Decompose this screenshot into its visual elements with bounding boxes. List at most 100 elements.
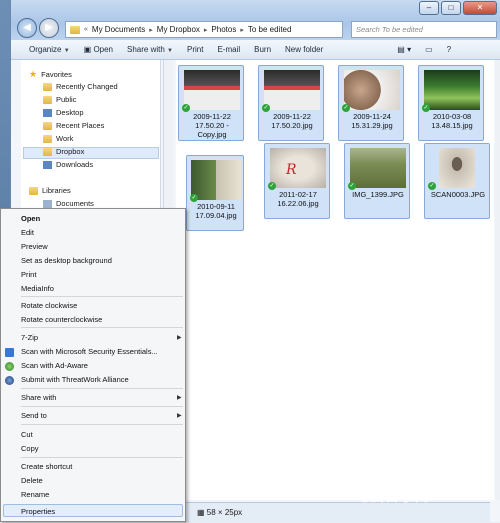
- file-item[interactable]: ✓ 2009-11-24 15.31.29.jpg: [338, 65, 404, 141]
- menu-separator: [21, 406, 183, 407]
- favorites-header[interactable]: ★ Favorites: [29, 69, 72, 80]
- file-name: 2009-11-24 15.31.29.jpg: [339, 112, 405, 130]
- organize-label: Organize: [29, 45, 62, 54]
- organize-button[interactable]: Organize ▼: [29, 45, 70, 54]
- help-icon[interactable]: ?: [447, 45, 451, 54]
- menu-item-preview[interactable]: Preview: [21, 242, 48, 251]
- menu-item-edit[interactable]: Edit: [21, 228, 34, 237]
- nav-item-label: Documents: [56, 199, 94, 208]
- file-item[interactable]: R ✓ 2011-02-17 16.22.06.jpg: [264, 143, 330, 219]
- search-input[interactable]: Search To be edited: [351, 21, 497, 38]
- nav-item-dropbox[interactable]: Dropbox: [43, 147, 84, 156]
- minimize-button[interactable]: –: [419, 1, 439, 15]
- file-list: ✓ 2009-11-22 17.50.20 - Copy.jpg ✓ 2009-11…: [176, 60, 494, 500]
- breadcrumb-item[interactable]: To be edited: [248, 25, 292, 34]
- nav-item-public[interactable]: Public: [43, 95, 76, 104]
- share-label: Share with: [127, 45, 165, 54]
- file-name: 2011-02-17 16.22.06.jpg: [265, 190, 331, 208]
- address-bar[interactable]: « My Documents ▸ My Dropbox ▸ Photos ▸ T…: [65, 21, 343, 38]
- file-item[interactable]: ✓ IMG_1399.JPG: [344, 143, 410, 219]
- nav-scrollbar[interactable]: [163, 60, 173, 212]
- logo-r-icon: R: [286, 162, 297, 178]
- image-thumbnail: [264, 70, 320, 110]
- share-with-button[interactable]: Share with ▼: [127, 45, 173, 54]
- menu-item-print[interactable]: Print: [21, 270, 36, 279]
- menu-item-delete[interactable]: Delete: [21, 476, 43, 485]
- file-name-line: 13.48.15.jpg: [431, 121, 473, 130]
- file-name-line: 17.09.04.jpg: [195, 211, 237, 220]
- check-icon: ✓: [268, 182, 276, 190]
- file-item[interactable]: ✓ 2010-03-08 13.48.15.jpg: [418, 65, 484, 141]
- dimensions-value: 58 × 25px: [206, 508, 243, 517]
- breadcrumb-item[interactable]: My Dropbox: [157, 25, 200, 34]
- image-thumbnail: R: [270, 148, 326, 188]
- menu-item-create-shortcut[interactable]: Create shortcut: [21, 462, 72, 471]
- file-name: 2010-09-11 17.09.04.jpg: [187, 202, 245, 220]
- nav-item-label: Public: [56, 95, 77, 104]
- content-scrollbar[interactable]: [495, 60, 500, 500]
- menu-item-scan-mse[interactable]: Scan with Microsoft Security Essentials.…: [21, 347, 158, 356]
- menu-item-share-with[interactable]: Share with: [21, 393, 56, 402]
- check-icon: ✓: [342, 104, 350, 112]
- nav-item-documents[interactable]: Documents: [43, 199, 94, 208]
- menu-item-open[interactable]: Open: [21, 214, 40, 223]
- nav-item-downloads[interactable]: Downloads: [43, 160, 93, 169]
- folder-icon: [43, 82, 52, 91]
- image-thumbnail: [439, 148, 475, 188]
- file-name-line: IMG_1399.JPG: [352, 190, 404, 199]
- image-thumbnail: [424, 70, 480, 110]
- file-name-line: 2011-02-17: [279, 190, 317, 199]
- file-name-line: 17.50.20.jpg: [271, 121, 313, 130]
- menu-item-rename[interactable]: Rename: [21, 490, 49, 499]
- close-button[interactable]: ✕: [463, 1, 497, 15]
- chevron-right-icon: ▸: [240, 26, 244, 34]
- email-button[interactable]: E-mail: [217, 45, 240, 54]
- menu-item-cut[interactable]: Cut: [21, 430, 33, 439]
- file-item[interactable]: ✓ 2010-09-11 17.09.04.jpg: [186, 155, 244, 231]
- documents-icon: [43, 199, 52, 208]
- file-name: 2009-11-22 17.50.20.jpg: [259, 112, 325, 130]
- libraries-header[interactable]: Libraries: [29, 186, 71, 195]
- view-options-icon[interactable]: ▤ ▾: [397, 45, 411, 54]
- print-button[interactable]: Print: [187, 45, 203, 54]
- menu-item-copy[interactable]: Copy: [21, 444, 39, 453]
- file-name-line: 2010-03-08: [432, 112, 472, 121]
- nav-item-label: Recently Changed: [56, 82, 118, 91]
- menu-item-7zip[interactable]: 7-Zip: [21, 333, 38, 342]
- open-button[interactable]: ▣ Open: [84, 45, 113, 54]
- libraries-label: Libraries: [42, 186, 71, 195]
- file-name: 2009-11-22 17.50.20 - Copy.jpg: [179, 112, 245, 139]
- dimensions-icon: ▦: [197, 508, 205, 517]
- nav-item-work[interactable]: Work: [43, 134, 73, 143]
- nav-item-recently-changed[interactable]: Recently Changed: [43, 82, 118, 91]
- menu-item-threatwork[interactable]: Submit with ThreatWork Alliance: [21, 375, 129, 384]
- nav-item-desktop[interactable]: Desktop: [43, 108, 84, 117]
- status-bar: ▦ 58 × 25px: [185, 502, 490, 522]
- check-icon: ✓: [428, 182, 436, 190]
- menu-item-rotate-ccw[interactable]: Rotate counterclockwise: [21, 315, 102, 324]
- back-button[interactable]: ◀: [17, 18, 37, 38]
- maximize-button[interactable]: □: [441, 1, 461, 15]
- menu-item-rotate-cw[interactable]: Rotate clockwise: [21, 301, 77, 310]
- menu-item-mediainfo[interactable]: MediaInfo: [21, 284, 54, 293]
- file-name: 2010-03-08 13.48.15.jpg: [419, 112, 485, 130]
- file-item[interactable]: ✓ 2009-11-22 17.50.20.jpg: [258, 65, 324, 141]
- menu-item-send-to[interactable]: Send to: [21, 411, 47, 420]
- desktop-icon: [43, 108, 52, 117]
- file-item[interactable]: ✓ SCAN0003.JPG: [424, 143, 490, 219]
- menu-item-properties[interactable]: Properties: [21, 507, 55, 516]
- nav-item-recent-places[interactable]: Recent Places: [43, 121, 104, 130]
- image-thumbnail: [350, 148, 406, 188]
- new-folder-button[interactable]: New folder: [285, 45, 323, 54]
- file-item[interactable]: ✓ 2009-11-22 17.50.20 - Copy.jpg: [178, 65, 244, 141]
- breadcrumb-item[interactable]: Photos: [211, 25, 236, 34]
- preview-pane-icon[interactable]: ▭: [425, 45, 433, 54]
- burn-button[interactable]: Burn: [254, 45, 271, 54]
- breadcrumb-item[interactable]: My Documents: [92, 25, 145, 34]
- menu-item-set-background[interactable]: Set as desktop background: [21, 256, 112, 265]
- file-name: IMG_1399.JPG: [345, 190, 411, 199]
- forward-button[interactable]: ▶: [39, 18, 59, 38]
- menu-item-scan-adaware[interactable]: Scan with Ad-Aware: [21, 361, 88, 370]
- file-name-line: 2009-11-22: [193, 112, 231, 121]
- folder-icon: [43, 134, 52, 143]
